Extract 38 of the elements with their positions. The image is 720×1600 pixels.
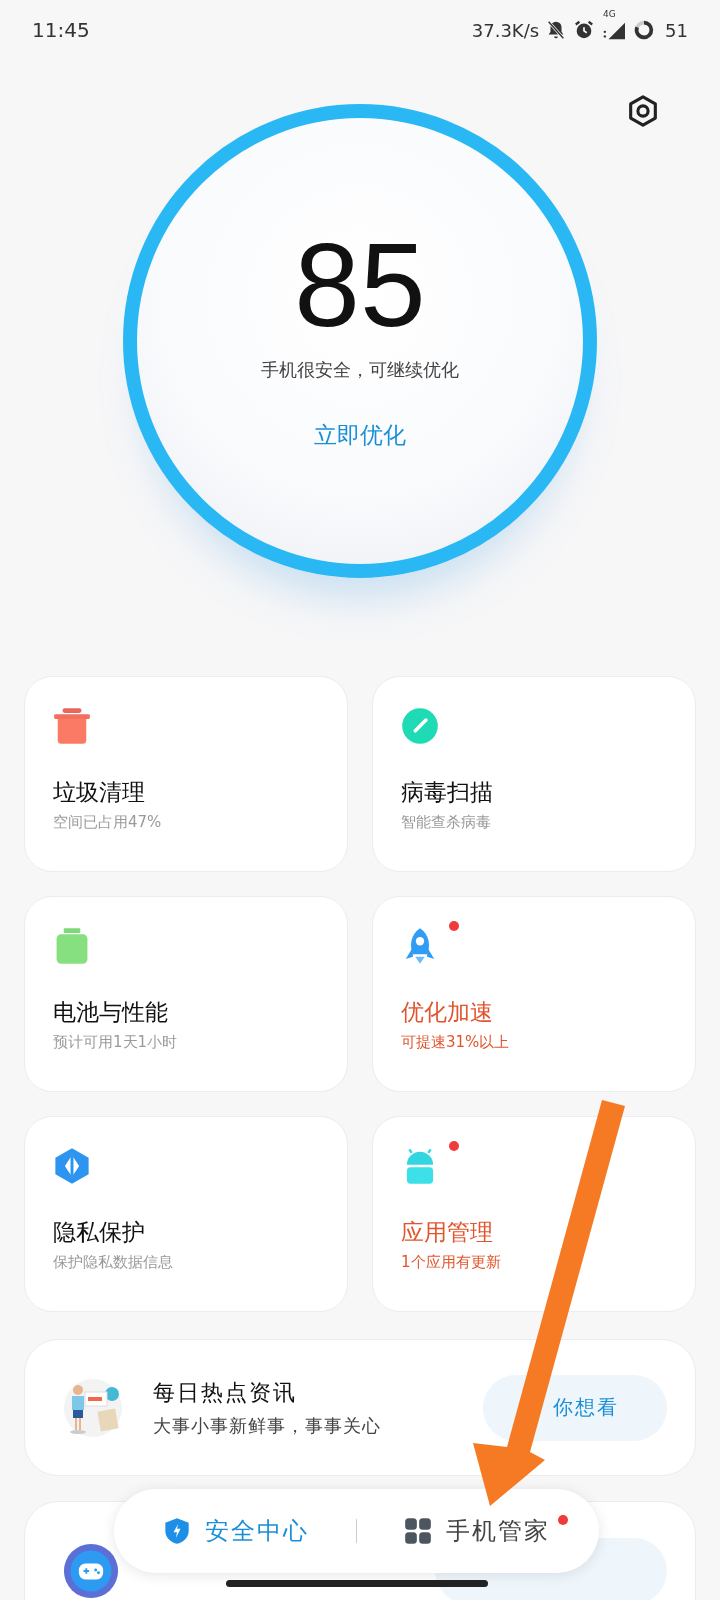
- card-subtitle: 可提速31%以上: [401, 1033, 511, 1052]
- network-type: 4G: [603, 9, 616, 19]
- battery-ring-icon: [633, 19, 656, 41]
- card-title: 垃圾清理: [53, 778, 146, 807]
- nav-tab[interactable]: 安全中心: [159, 1511, 314, 1551]
- alarm-icon: [573, 19, 596, 41]
- feature-card[interactable]: 电池与性能 预计可用1天1小时: [24, 896, 348, 1092]
- card-title: 每日热点资讯: [153, 1378, 298, 1407]
- status-message: 手机很安全，可继续优化: [261, 358, 459, 382]
- grid-icon: [403, 1517, 432, 1545]
- card-subtitle: 智能查杀病毒: [401, 813, 492, 832]
- card-subtitle: 保护隐私数据信息: [53, 1253, 174, 1272]
- news-card[interactable]: 每日热点资讯 大事小事新鲜事，事事关心 你想看: [24, 1339, 696, 1476]
- card-subtitle: 1个应用有更新: [401, 1253, 502, 1272]
- network-speed: 37.3K/s: [471, 19, 540, 41]
- card-title: 电池与性能: [53, 998, 169, 1027]
- feature-card[interactable]: 病毒扫描 智能查杀病毒: [372, 676, 696, 872]
- shield-icon: [163, 1517, 192, 1545]
- card-title: 病毒扫描: [401, 778, 494, 807]
- card-title: 隐私保护: [53, 1218, 146, 1247]
- card-subtitle: 大事小事新鲜事，事事关心: [153, 1413, 382, 1438]
- score-value: 85: [294, 226, 426, 344]
- nav-tab[interactable]: 手机管家: [399, 1511, 554, 1551]
- feature-card[interactable]: 应用管理 1个应用有更新: [372, 1116, 696, 1312]
- card-title: 优化加速: [401, 998, 494, 1027]
- hexagon-shield-icon: [53, 1147, 91, 1185]
- feature-card[interactable]: 优化加速 可提速31%以上: [372, 896, 696, 1092]
- gauge-icon: [401, 707, 439, 745]
- battery-level: 51: [665, 19, 688, 41]
- card-subtitle: 预计可用1天1小时: [53, 1033, 179, 1052]
- feature-card[interactable]: 隐私保护 保护隐私数据信息: [24, 1116, 348, 1312]
- clock-time: 11:45: [32, 18, 90, 42]
- card-title: 应用管理: [401, 1218, 494, 1247]
- card-subtitle: 空间已占用47%: [53, 813, 163, 832]
- trash-can-icon: [53, 707, 91, 745]
- settings-button[interactable]: [626, 94, 660, 128]
- settings-icon: [626, 94, 660, 128]
- feature-card[interactable]: 垃圾清理 空间已占用47%: [24, 676, 348, 872]
